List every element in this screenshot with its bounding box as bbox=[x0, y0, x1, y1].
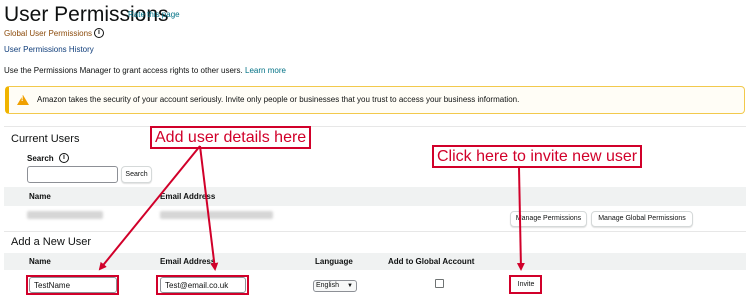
arrow-to-email-field bbox=[199, 145, 219, 271]
annotation-arrows bbox=[98, 145, 525, 271]
arrow-to-name-field bbox=[98, 145, 201, 271]
arrow-to-invite-button bbox=[516, 167, 525, 271]
